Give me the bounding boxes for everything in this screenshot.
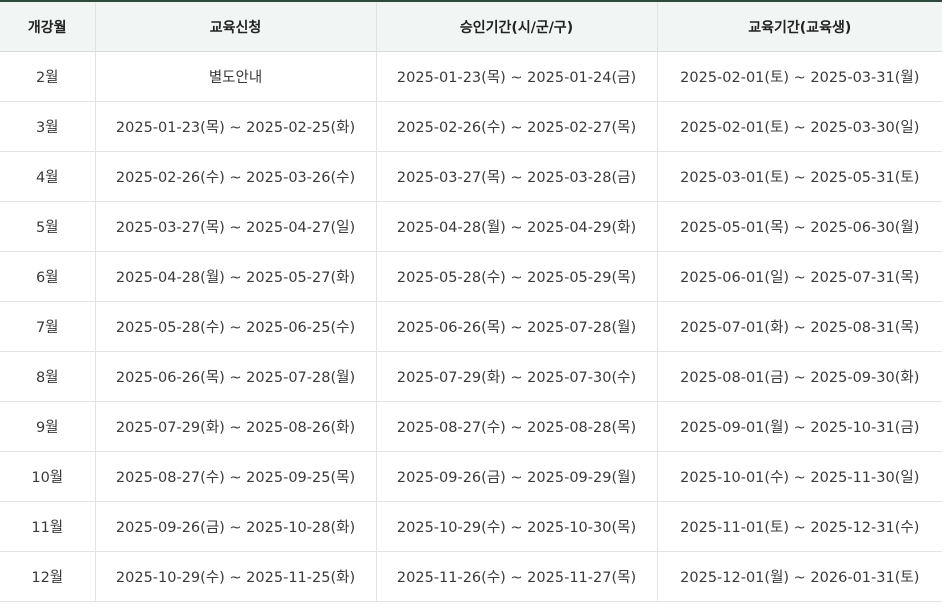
opening-month-cell: 5월 <box>0 201 95 252</box>
approval-period-cell: 2025-03-27(목) ~ 2025-03-28(금) <box>375 151 657 202</box>
education-period-cell: 2025-02-01(토) ~ 2025-03-30(일) <box>656 101 942 152</box>
opening-month-cell: 12월 <box>0 551 95 602</box>
education-period-cell: 2025-02-01(토) ~ 2025-03-31(월) <box>656 51 942 102</box>
approval-period-cell: 2025-08-27(수) ~ 2025-08-28(목) <box>375 401 657 452</box>
table-row: 2월 별도안내 2025-01-23(목) ~ 2025-01-24(금) 2025-… <box>0 51 942 102</box>
opening-month-cell: 10월 <box>0 451 95 502</box>
application-period-cell: 2025-05-28(수) ~ 2025-06-25(수) <box>94 301 376 352</box>
approval-period-cell: 2025-04-28(월) ~ 2025-04-29(화) <box>375 201 657 252</box>
table-row: 10월 2025-08-27(수) ~ 2025-09-25(목) 2025-09-… <box>0 451 942 502</box>
application-period-cell: 2025-03-27(목) ~ 2025-04-27(일) <box>94 201 376 252</box>
header-opening-month: 개강월 <box>0 1 95 52</box>
opening-month-cell: 2월 <box>0 51 95 102</box>
approval-period-cell: 2025-05-28(수) ~ 2025-05-29(목) <box>375 251 657 302</box>
approval-period-cell: 2025-02-26(수) ~ 2025-02-27(목) <box>375 101 657 152</box>
header-approval-period: 승인기간(시/군/구) <box>375 1 657 52</box>
opening-month-cell: 9월 <box>0 401 95 452</box>
table-row: 3월 2025-01-23(목) ~ 2025-02-25(화) 2025-02-2… <box>0 101 942 152</box>
header-application-period: 교육신청 <box>94 1 376 52</box>
application-period-cell: 별도안내 <box>94 51 376 102</box>
approval-period-cell: 2025-10-29(수) ~ 2025-10-30(목) <box>375 501 657 552</box>
application-period-cell: 2025-07-29(화) ~ 2025-08-26(화) <box>94 401 376 452</box>
table-row: 5월 2025-03-27(목) ~ 2025-04-27(일) 2025-04-2… <box>0 201 942 252</box>
education-period-cell: 2025-06-01(일) ~ 2025-07-31(목) <box>656 251 942 302</box>
education-period-cell: 2025-05-01(목) ~ 2025-06-30(월) <box>656 201 942 252</box>
opening-month-cell: 4월 <box>0 151 95 202</box>
schedule-table: 개강월 교육신청 승인기간(시/군/구) 교육기간(교육생) 2월 별도안내 202… <box>0 0 942 602</box>
schedule-page: 개강월 교육신청 승인기간(시/군/구) 교육기간(교육생) 2월 별도안내 202… <box>0 0 949 614</box>
table-row: 8월 2025-06-26(목) ~ 2025-07-28(월) 2025-07-2… <box>0 351 942 402</box>
application-period-cell: 2025-01-23(목) ~ 2025-02-25(화) <box>94 101 376 152</box>
opening-month-cell: 6월 <box>0 251 95 302</box>
education-period-cell: 2025-11-01(토) ~ 2025-12-31(수) <box>656 501 942 552</box>
approval-period-cell: 2025-09-26(금) ~ 2025-09-29(월) <box>375 451 657 502</box>
application-period-cell: 2025-06-26(목) ~ 2025-07-28(월) <box>94 351 376 402</box>
table-row: 7월 2025-05-28(수) ~ 2025-06-25(수) 2025-06-2… <box>0 301 942 352</box>
approval-period-cell: 2025-06-26(목) ~ 2025-07-28(월) <box>375 301 657 352</box>
schedule-table-header: 개강월 교육신청 승인기간(시/군/구) 교육기간(교육생) <box>0 1 942 52</box>
education-period-cell: 2025-03-01(토) ~ 2025-05-31(토) <box>656 151 942 202</box>
schedule-table-body: 2월 별도안내 2025-01-23(목) ~ 2025-01-24(금) 2025-… <box>0 51 942 602</box>
education-period-cell: 2025-07-01(화) ~ 2025-08-31(목) <box>656 301 942 352</box>
opening-month-cell: 8월 <box>0 351 95 402</box>
table-row: 6월 2025-04-28(월) ~ 2025-05-27(화) 2025-05-2… <box>0 251 942 302</box>
application-period-cell: 2025-02-26(수) ~ 2025-03-26(수) <box>94 151 376 202</box>
application-period-cell: 2025-04-28(월) ~ 2025-05-27(화) <box>94 251 376 302</box>
education-period-cell: 2025-08-01(금) ~ 2025-09-30(화) <box>656 351 942 402</box>
table-row: 11월 2025-09-26(금) ~ 2025-10-28(화) 2025-10-… <box>0 501 942 552</box>
approval-period-cell: 2025-11-26(수) ~ 2025-11-27(목) <box>375 551 657 602</box>
application-period-cell: 2025-09-26(금) ~ 2025-10-28(화) <box>94 501 376 552</box>
table-row: 9월 2025-07-29(화) ~ 2025-08-26(화) 2025-08-2… <box>0 401 942 452</box>
table-row: 12월 2025-10-29(수) ~ 2025-11-25(화) 2025-11-… <box>0 551 942 602</box>
approval-period-cell: 2025-07-29(화) ~ 2025-07-30(수) <box>375 351 657 402</box>
header-row: 개강월 교육신청 승인기간(시/군/구) 교육기간(교육생) <box>0 1 942 52</box>
education-period-cell: 2025-12-01(월) ~ 2026-01-31(토) <box>656 551 942 602</box>
application-period-cell: 2025-08-27(수) ~ 2025-09-25(목) <box>94 451 376 502</box>
opening-month-cell: 11월 <box>0 501 95 552</box>
education-period-cell: 2025-10-01(수) ~ 2025-11-30(일) <box>656 451 942 502</box>
opening-month-cell: 3월 <box>0 101 95 152</box>
table-row: 4월 2025-02-26(수) ~ 2025-03-26(수) 2025-03-2… <box>0 151 942 202</box>
opening-month-cell: 7월 <box>0 301 95 352</box>
header-education-period: 교육기간(교육생) <box>656 1 942 52</box>
education-period-cell: 2025-09-01(월) ~ 2025-10-31(금) <box>656 401 942 452</box>
approval-period-cell: 2025-01-23(목) ~ 2025-01-24(금) <box>375 51 657 102</box>
application-period-cell: 2025-10-29(수) ~ 2025-11-25(화) <box>94 551 376 602</box>
